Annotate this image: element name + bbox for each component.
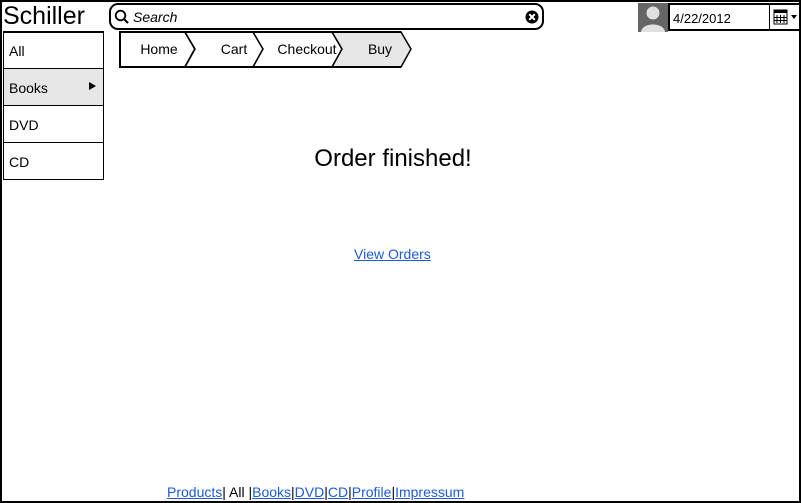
breadcrumb-home[interactable]: Home (139, 41, 179, 57)
footer-nav: Products| All |Books|DVD|CD|Profile|Impr… (167, 484, 464, 500)
sidebar-item-all[interactable]: All (3, 31, 104, 69)
sidebar-item-label: Books (9, 80, 48, 96)
calendar-icon[interactable] (769, 5, 799, 29)
sidebar-item-label: All (9, 43, 25, 59)
search-icon (114, 9, 130, 25)
breadcrumb-buy[interactable]: Buy (360, 41, 400, 57)
date-value[interactable]: 4/22/2012 (673, 11, 731, 26)
breadcrumb-checkout[interactable]: Checkout (274, 41, 340, 57)
date-picker[interactable]: 4/22/2012 (668, 3, 801, 31)
footer-link-dvd[interactable]: DVD (295, 484, 325, 500)
footer-item-all: All (229, 484, 245, 500)
search-input[interactable] (133, 8, 523, 26)
sidebar-item-label: DVD (9, 117, 39, 133)
footer-link-profile[interactable]: Profile (352, 484, 392, 500)
close-icon[interactable] (525, 10, 539, 24)
page-title: Order finished! (314, 145, 472, 172)
app-frame: Schiller 4/22/2012 (0, 0, 801, 503)
footer-separator: | (222, 484, 226, 500)
view-orders-link[interactable]: View Orders (354, 246, 431, 262)
breadcrumb: Home Cart Checkout Buy (119, 31, 419, 68)
user-icon[interactable] (638, 3, 668, 32)
submenu-arrow-icon (89, 82, 96, 90)
footer-link-books[interactable]: Books (252, 484, 291, 500)
footer-link-products[interactable]: Products (167, 484, 222, 500)
sidebar-item-dvd[interactable]: DVD (3, 106, 104, 143)
sidebar-item-books[interactable]: Books (3, 69, 104, 106)
logo: Schiller (3, 2, 85, 30)
breadcrumb-cart[interactable]: Cart (214, 41, 254, 57)
search-box[interactable] (109, 3, 544, 30)
footer-link-cd[interactable]: CD (328, 484, 348, 500)
footer-link-impressum[interactable]: Impressum (395, 484, 464, 500)
